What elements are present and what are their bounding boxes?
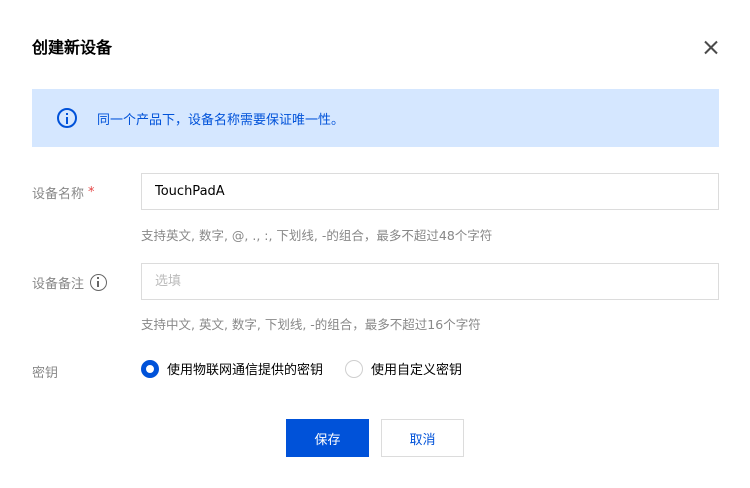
device-note-input[interactable]	[141, 263, 719, 300]
radio-label: 使用自定义密钥	[371, 363, 463, 378]
secret-key-label: 密钥	[32, 366, 59, 381]
radio-unchecked-icon[interactable]	[345, 359, 364, 378]
info-circle-icon	[57, 108, 77, 128]
device-name-label: 设备名称 *	[32, 183, 95, 202]
secret-key-radio-group: 使用物联网通信提供的密钥 使用自定义密钥	[141, 359, 462, 378]
dialog-title: 创建新设备	[32, 38, 113, 57]
close-icon[interactable]	[700, 37, 722, 59]
device-note-hint: 支持中文, 英文, 数字, 下划线, -的组合，最多不超过16个字符	[141, 317, 481, 332]
device-name-hint: 支持英文, 数字, @, ., :, 下划线, -的组合，最多不超过48个字符	[141, 228, 493, 243]
radio-option-platform-key[interactable]: 使用物联网通信提供的密钥	[141, 359, 323, 378]
notice-banner: 同一个产品下，设备名称需要保证唯一性。	[32, 89, 719, 147]
radio-option-custom-key[interactable]: 使用自定义密钥	[345, 359, 462, 378]
radio-label: 使用物联网通信提供的密钥	[167, 363, 324, 378]
create-device-dialog: 创建新设备 同一个产品下，设备名称需要保证唯一性。 设备名称 * 支持英文, 数…	[0, 0, 750, 488]
device-name-input[interactable]	[141, 173, 719, 210]
required-mark: *	[88, 185, 95, 200]
device-note-label-text: 设备备注	[32, 277, 85, 292]
notice-text: 同一个产品下，设备名称需要保证唯一性。	[97, 112, 345, 128]
device-note-label: 设备备注	[32, 273, 108, 292]
device-name-label-text: 设备名称	[32, 187, 85, 202]
info-circle-icon[interactable]	[90, 274, 108, 291]
cancel-button[interactable]: 取消	[381, 419, 464, 457]
save-button[interactable]: 保存	[286, 419, 369, 457]
radio-checked-icon[interactable]	[141, 359, 159, 378]
